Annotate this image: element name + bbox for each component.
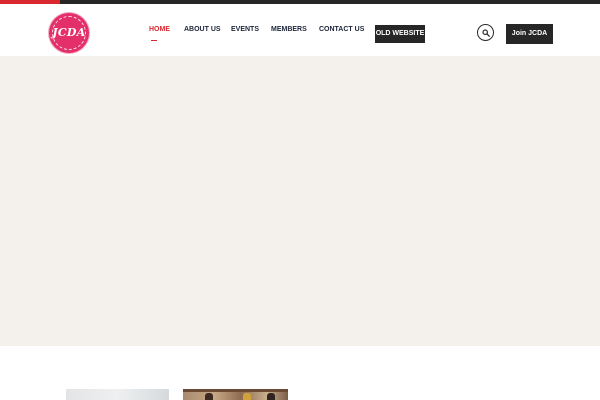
nav-members[interactable]: MEMBERS: [271, 26, 307, 33]
hero-banner: [0, 56, 600, 346]
nav-home[interactable]: HOME: [149, 26, 170, 33]
nav-about-us[interactable]: ABOUT US: [184, 26, 221, 33]
join-button[interactable]: Join JCDA: [506, 24, 553, 44]
site-header: JCDA HOME ABOUT US EVENTS MEMBERS CONTAC…: [0, 4, 600, 56]
logo-text: JCDA: [52, 26, 86, 39]
search-icon: [482, 29, 490, 37]
nav-active-indicator: [151, 40, 157, 41]
site-logo[interactable]: JCDA: [49, 13, 89, 53]
nav-contact-us[interactable]: CONTACT US: [319, 26, 364, 33]
gallery-image-1[interactable]: [66, 389, 169, 400]
gallery-image-2[interactable]: [183, 389, 288, 400]
gallery-image-2-band: [183, 389, 288, 392]
search-button[interactable]: [477, 24, 494, 41]
gallery-image-2-figure: [205, 393, 213, 400]
gallery-image-2-figure: [267, 393, 275, 400]
gallery-image-2-figure: [243, 393, 251, 400]
old-website-button[interactable]: OLD WEBSITE: [375, 25, 425, 43]
nav-events[interactable]: EVENTS: [231, 26, 259, 33]
